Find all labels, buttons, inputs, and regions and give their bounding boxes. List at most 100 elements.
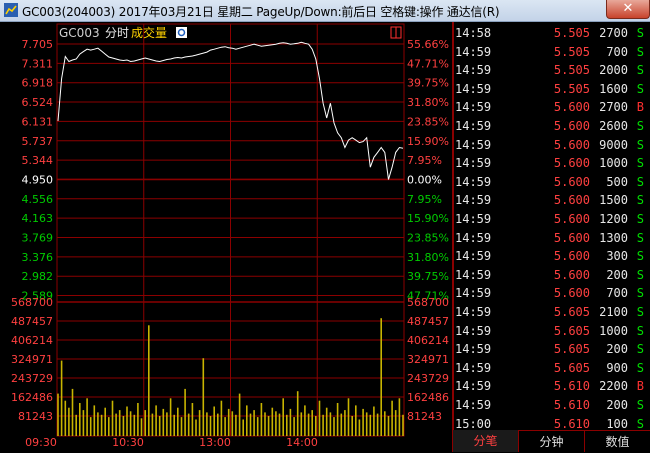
chart-code: GC003 [59, 26, 100, 40]
pct-axis-label: 47.71% [407, 57, 449, 70]
trade-side: S [636, 81, 644, 96]
trade-row[interactable]: 14:59 5.600 1300 S [452, 229, 650, 248]
trade-row[interactable]: 14:59 5.600 2600 S [452, 117, 650, 136]
price-axis-label: 4.556 [22, 193, 54, 206]
price-axis-label: 6.524 [22, 96, 54, 109]
trade-row[interactable]: 14:59 5.605 2100 S [452, 303, 650, 322]
trade-time: 14:59 [455, 100, 492, 115]
trade-price: 5.610 [553, 416, 590, 431]
trade-row[interactable]: 14:59 5.505 2000 S [452, 61, 650, 80]
trade-time: 14:59 [455, 193, 492, 208]
window-title: GC003(204003) 2017年03月21日 星期二 PageUp/Dow… [22, 5, 500, 19]
volume-axis-label: 568700 [11, 296, 53, 309]
pct-axis-label: 7.95% [407, 193, 442, 206]
volume-axis-label: 243729 [11, 372, 53, 385]
trade-row[interactable]: 14:59 5.600 1500 S [452, 191, 650, 210]
trade-price: 5.505 [553, 44, 590, 59]
title-bar[interactable]: GC003(204003) 2017年03月21日 星期二 PageUp/Dow… [0, 0, 650, 22]
volume-axis-label: 487457 [407, 315, 449, 328]
pct-axis-label: 23.85% [407, 115, 449, 128]
trade-side: S [636, 342, 644, 357]
trade-row[interactable]: 14:59 5.610 2200 B [452, 377, 650, 396]
volume-axis-label: 406214 [407, 334, 449, 347]
trade-side: S [636, 174, 644, 189]
tab-2[interactable]: 数值 [584, 430, 650, 452]
volume-axis-label: 243729 [407, 372, 449, 385]
tape-tabs: 分笔 分钟 数值 [452, 430, 650, 452]
trade-row[interactable]: 14:59 5.600 500 S [452, 173, 650, 192]
trade-time: 14:59 [455, 212, 492, 226]
price-axis-label: 4.950 [22, 173, 54, 186]
price-axis-label: 3.376 [22, 251, 54, 264]
trade-time: 14:58 [455, 26, 492, 40]
price-axis-label: 7.705 [22, 38, 54, 51]
trade-price: 5.610 [553, 379, 590, 394]
tab-0[interactable]: 分笔 [452, 430, 518, 452]
trade-row[interactable]: 14:59 5.600 700 S [452, 284, 650, 303]
trade-price: 5.605 [553, 323, 590, 338]
trade-price: 5.600 [553, 230, 590, 245]
trade-side: S [636, 305, 644, 319]
time-axis-label: 09:30 [25, 436, 57, 449]
trade-volume: 2600 [599, 119, 628, 133]
trade-row[interactable]: 14:59 5.600 200 S [452, 266, 650, 285]
trade-time: 14:59 [455, 137, 492, 152]
volume-axis-label: 81243 [18, 410, 53, 423]
pct-axis-label: 31.80% [407, 251, 449, 264]
price-axis-label: 5.344 [22, 154, 54, 167]
trade-time: 14:59 [455, 230, 492, 245]
pct-axis-label: 39.75% [407, 270, 449, 283]
trade-side: S [636, 360, 644, 375]
trade-row[interactable]: 14:59 5.605 1000 S [452, 322, 650, 341]
trade-price: 5.505 [553, 26, 590, 40]
price-axis-label: 6.131 [22, 115, 54, 128]
trade-time: 14:59 [455, 323, 492, 338]
trade-side: S [636, 119, 644, 133]
close-icon: ✕ [622, 1, 634, 16]
trade-volume: 100 [606, 416, 628, 431]
trade-volume: 1600 [599, 81, 628, 96]
trade-row[interactable]: 14:59 5.605 900 S [452, 359, 650, 378]
trade-row[interactable]: 14:59 5.600 9000 S [452, 136, 650, 155]
pct-axis-label: 15.90% [407, 135, 449, 148]
trade-price: 5.605 [553, 305, 590, 319]
intraday-chart[interactable]: 7.705 55.66% 7.311 47.71% 6.918 39.75% 6.524 31… [0, 22, 452, 452]
volume-axis-label: 324971 [407, 353, 449, 366]
time-axis-label: 13:00 [199, 436, 231, 449]
trade-row[interactable]: 14:59 5.610 200 S [452, 396, 650, 415]
trade-row[interactable]: 14:59 5.600 1000 S [452, 154, 650, 173]
trade-volume: 2000 [599, 63, 628, 78]
trade-tape[interactable]: 14:58 5.505 2700 S 14:59 5.505 700 S 14:59 5.505 2… [452, 22, 650, 452]
trade-row[interactable]: 14:58 5.505 2700 S [452, 24, 650, 43]
trade-volume: 2100 [599, 305, 628, 319]
trade-side: S [636, 249, 644, 264]
volume-axis-label: 406214 [11, 334, 53, 347]
volume-axis-label: 487457 [11, 315, 53, 328]
trade-row[interactable]: 14:59 5.605 200 S [452, 340, 650, 359]
trade-row[interactable]: 14:59 5.600 300 S [452, 247, 650, 266]
app-icon [4, 3, 18, 17]
trade-row[interactable]: 14:59 5.600 1200 S [452, 210, 650, 229]
trade-row[interactable]: 14:59 5.600 2700 B [452, 98, 650, 117]
trade-time: 14:59 [455, 156, 492, 171]
indicator-label[interactable]: 成交量 [131, 25, 167, 40]
restore-icon[interactable] [390, 26, 402, 39]
tab-1[interactable]: 分钟 [518, 430, 584, 452]
mode-label[interactable]: 分时 [105, 26, 129, 40]
price-axis-label: 7.311 [22, 57, 54, 70]
trade-time: 14:59 [455, 249, 492, 264]
indicator-settings-icon[interactable] [176, 27, 187, 38]
close-button[interactable]: ✕ [606, 0, 650, 19]
trade-price: 5.605 [553, 342, 590, 357]
trade-time: 14:59 [455, 286, 492, 301]
trade-price: 5.600 [553, 137, 590, 152]
trade-volume: 9000 [599, 137, 628, 152]
trade-side: S [636, 156, 644, 171]
trade-row[interactable]: 14:59 5.505 1600 S [452, 80, 650, 99]
trade-price: 5.600 [553, 193, 590, 208]
trade-volume: 700 [606, 286, 628, 301]
trade-price: 5.600 [553, 212, 590, 226]
pct-axis-label: 15.90% [407, 212, 449, 225]
trade-volume: 200 [606, 398, 628, 412]
trade-row[interactable]: 14:59 5.505 700 S [452, 43, 650, 62]
